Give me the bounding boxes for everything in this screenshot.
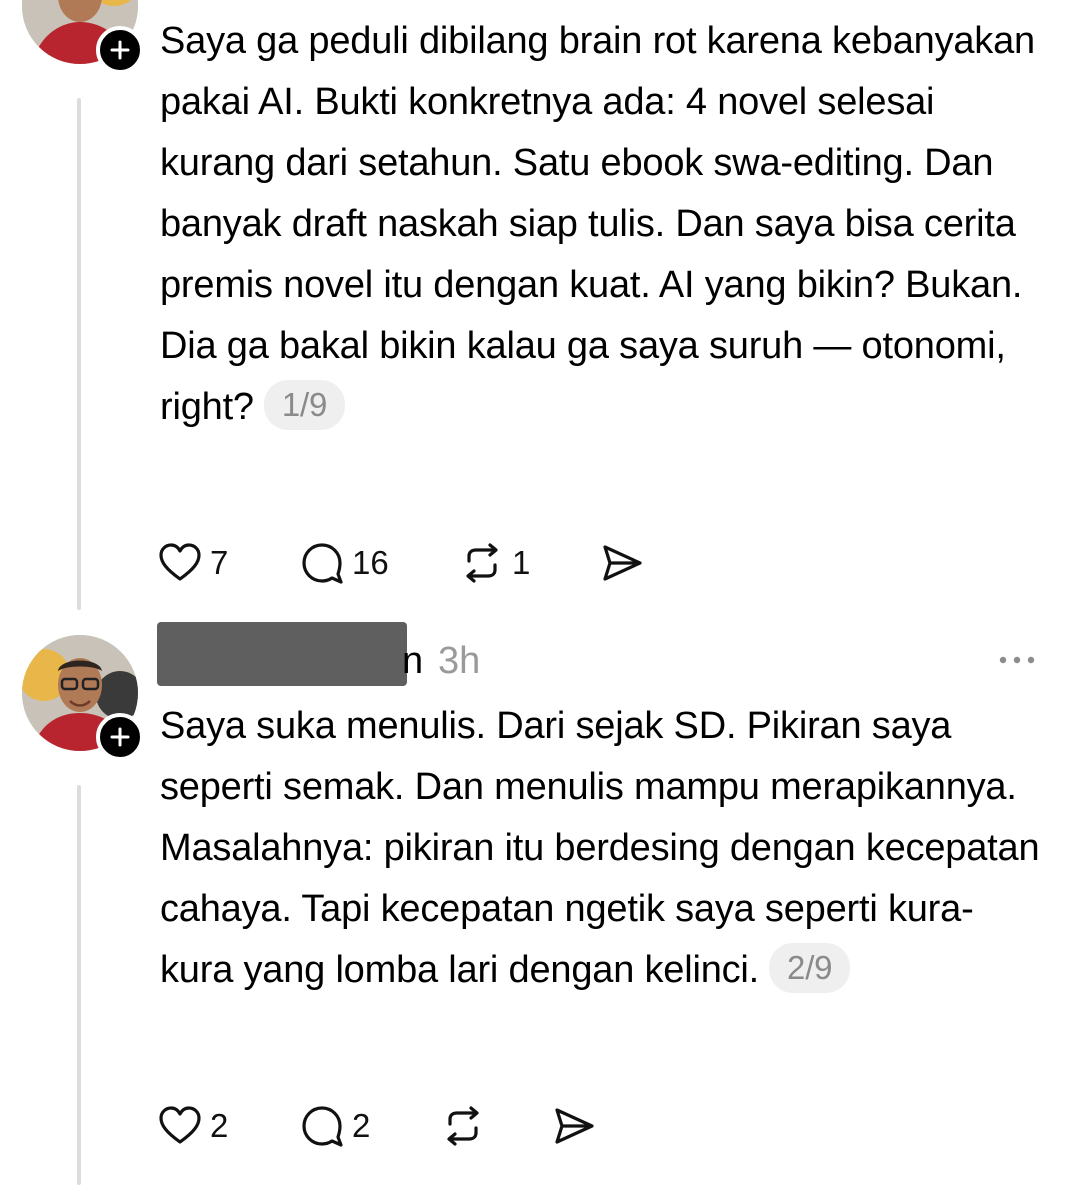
send-icon — [603, 545, 642, 581]
repost-count: 1 — [512, 544, 531, 581]
send-icon — [555, 1108, 594, 1144]
like-count: 2 — [210, 1107, 229, 1144]
post-text: Saya suka menulis. Dari sejak SD. Pikira… — [160, 696, 1040, 1001]
post-body: Saya ga peduli dibilang brain rot karena… — [160, 20, 1035, 428]
share-button[interactable] — [600, 538, 644, 588]
username[interactable]: n — [402, 639, 423, 683]
heart-icon — [159, 543, 201, 581]
username-redacted[interactable] — [157, 622, 407, 686]
post-timestamp: 3h — [438, 640, 481, 682]
share-button[interactable] — [552, 1101, 596, 1151]
reply-button[interactable]: 2 — [300, 1101, 370, 1151]
repost-button[interactable] — [441, 1101, 485, 1151]
heart-icon — [159, 1106, 201, 1144]
follow-button[interactable] — [96, 26, 144, 74]
reply-count: 2 — [352, 1107, 371, 1144]
repost-icon — [466, 543, 498, 583]
repost-button[interactable]: 1 — [460, 538, 530, 588]
like-count: 7 — [210, 544, 229, 581]
thread-post-2: n 3h Saya suka menulis. Dari sejak SD. P… — [0, 615, 1080, 1185]
comment-icon — [302, 1106, 343, 1147]
thread-connector — [77, 785, 81, 1185]
thread-connector — [77, 98, 81, 610]
post-body: Saya suka menulis. Dari sejak SD. Pikira… — [160, 705, 1040, 991]
comment-icon — [302, 543, 343, 584]
reply-count: 16 — [352, 544, 389, 581]
like-button[interactable]: 7 — [158, 538, 228, 588]
post-text: Saya ga peduli dibilang brain rot karena… — [160, 11, 1040, 438]
thread-pager: 1/9 — [263, 379, 346, 430]
more-dots-icon[interactable] — [995, 648, 1039, 672]
thread-post-1: Saya ga peduli dibilang brain rot karena… — [0, 0, 1080, 615]
like-button[interactable]: 2 — [158, 1101, 228, 1151]
post-actions: 7 16 1 — [158, 538, 678, 588]
reply-button[interactable]: 16 — [300, 538, 389, 588]
thread-pager: 2/9 — [769, 942, 851, 993]
post-actions: 2 2 — [158, 1101, 618, 1151]
follow-button[interactable] — [96, 713, 144, 761]
repost-icon — [447, 1106, 479, 1146]
plus-icon — [110, 727, 130, 747]
plus-icon — [110, 40, 130, 60]
